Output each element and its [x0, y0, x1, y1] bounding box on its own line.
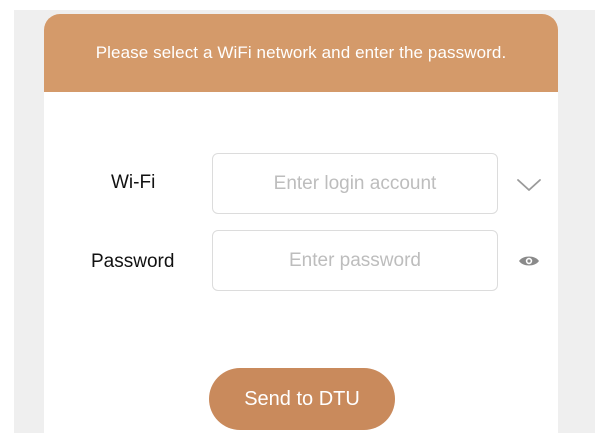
wifi-label: Wi-Fi [111, 172, 156, 193]
wifi-input[interactable] [213, 154, 497, 213]
eye-icon[interactable] [516, 251, 542, 271]
send-to-dtu-button[interactable]: Send to DTU [209, 368, 395, 430]
instruction-banner: Please select a WiFi network and enter t… [44, 14, 558, 92]
chevron-down-icon[interactable] [514, 170, 544, 200]
password-input[interactable] [213, 231, 497, 290]
instruction-text: Please select a WiFi network and enter t… [95, 43, 507, 62]
send-to-dtu-label: Send to DTU [244, 387, 360, 410]
password-label: Password [91, 251, 175, 272]
wifi-field[interactable] [212, 153, 498, 214]
password-field[interactable] [212, 230, 498, 291]
